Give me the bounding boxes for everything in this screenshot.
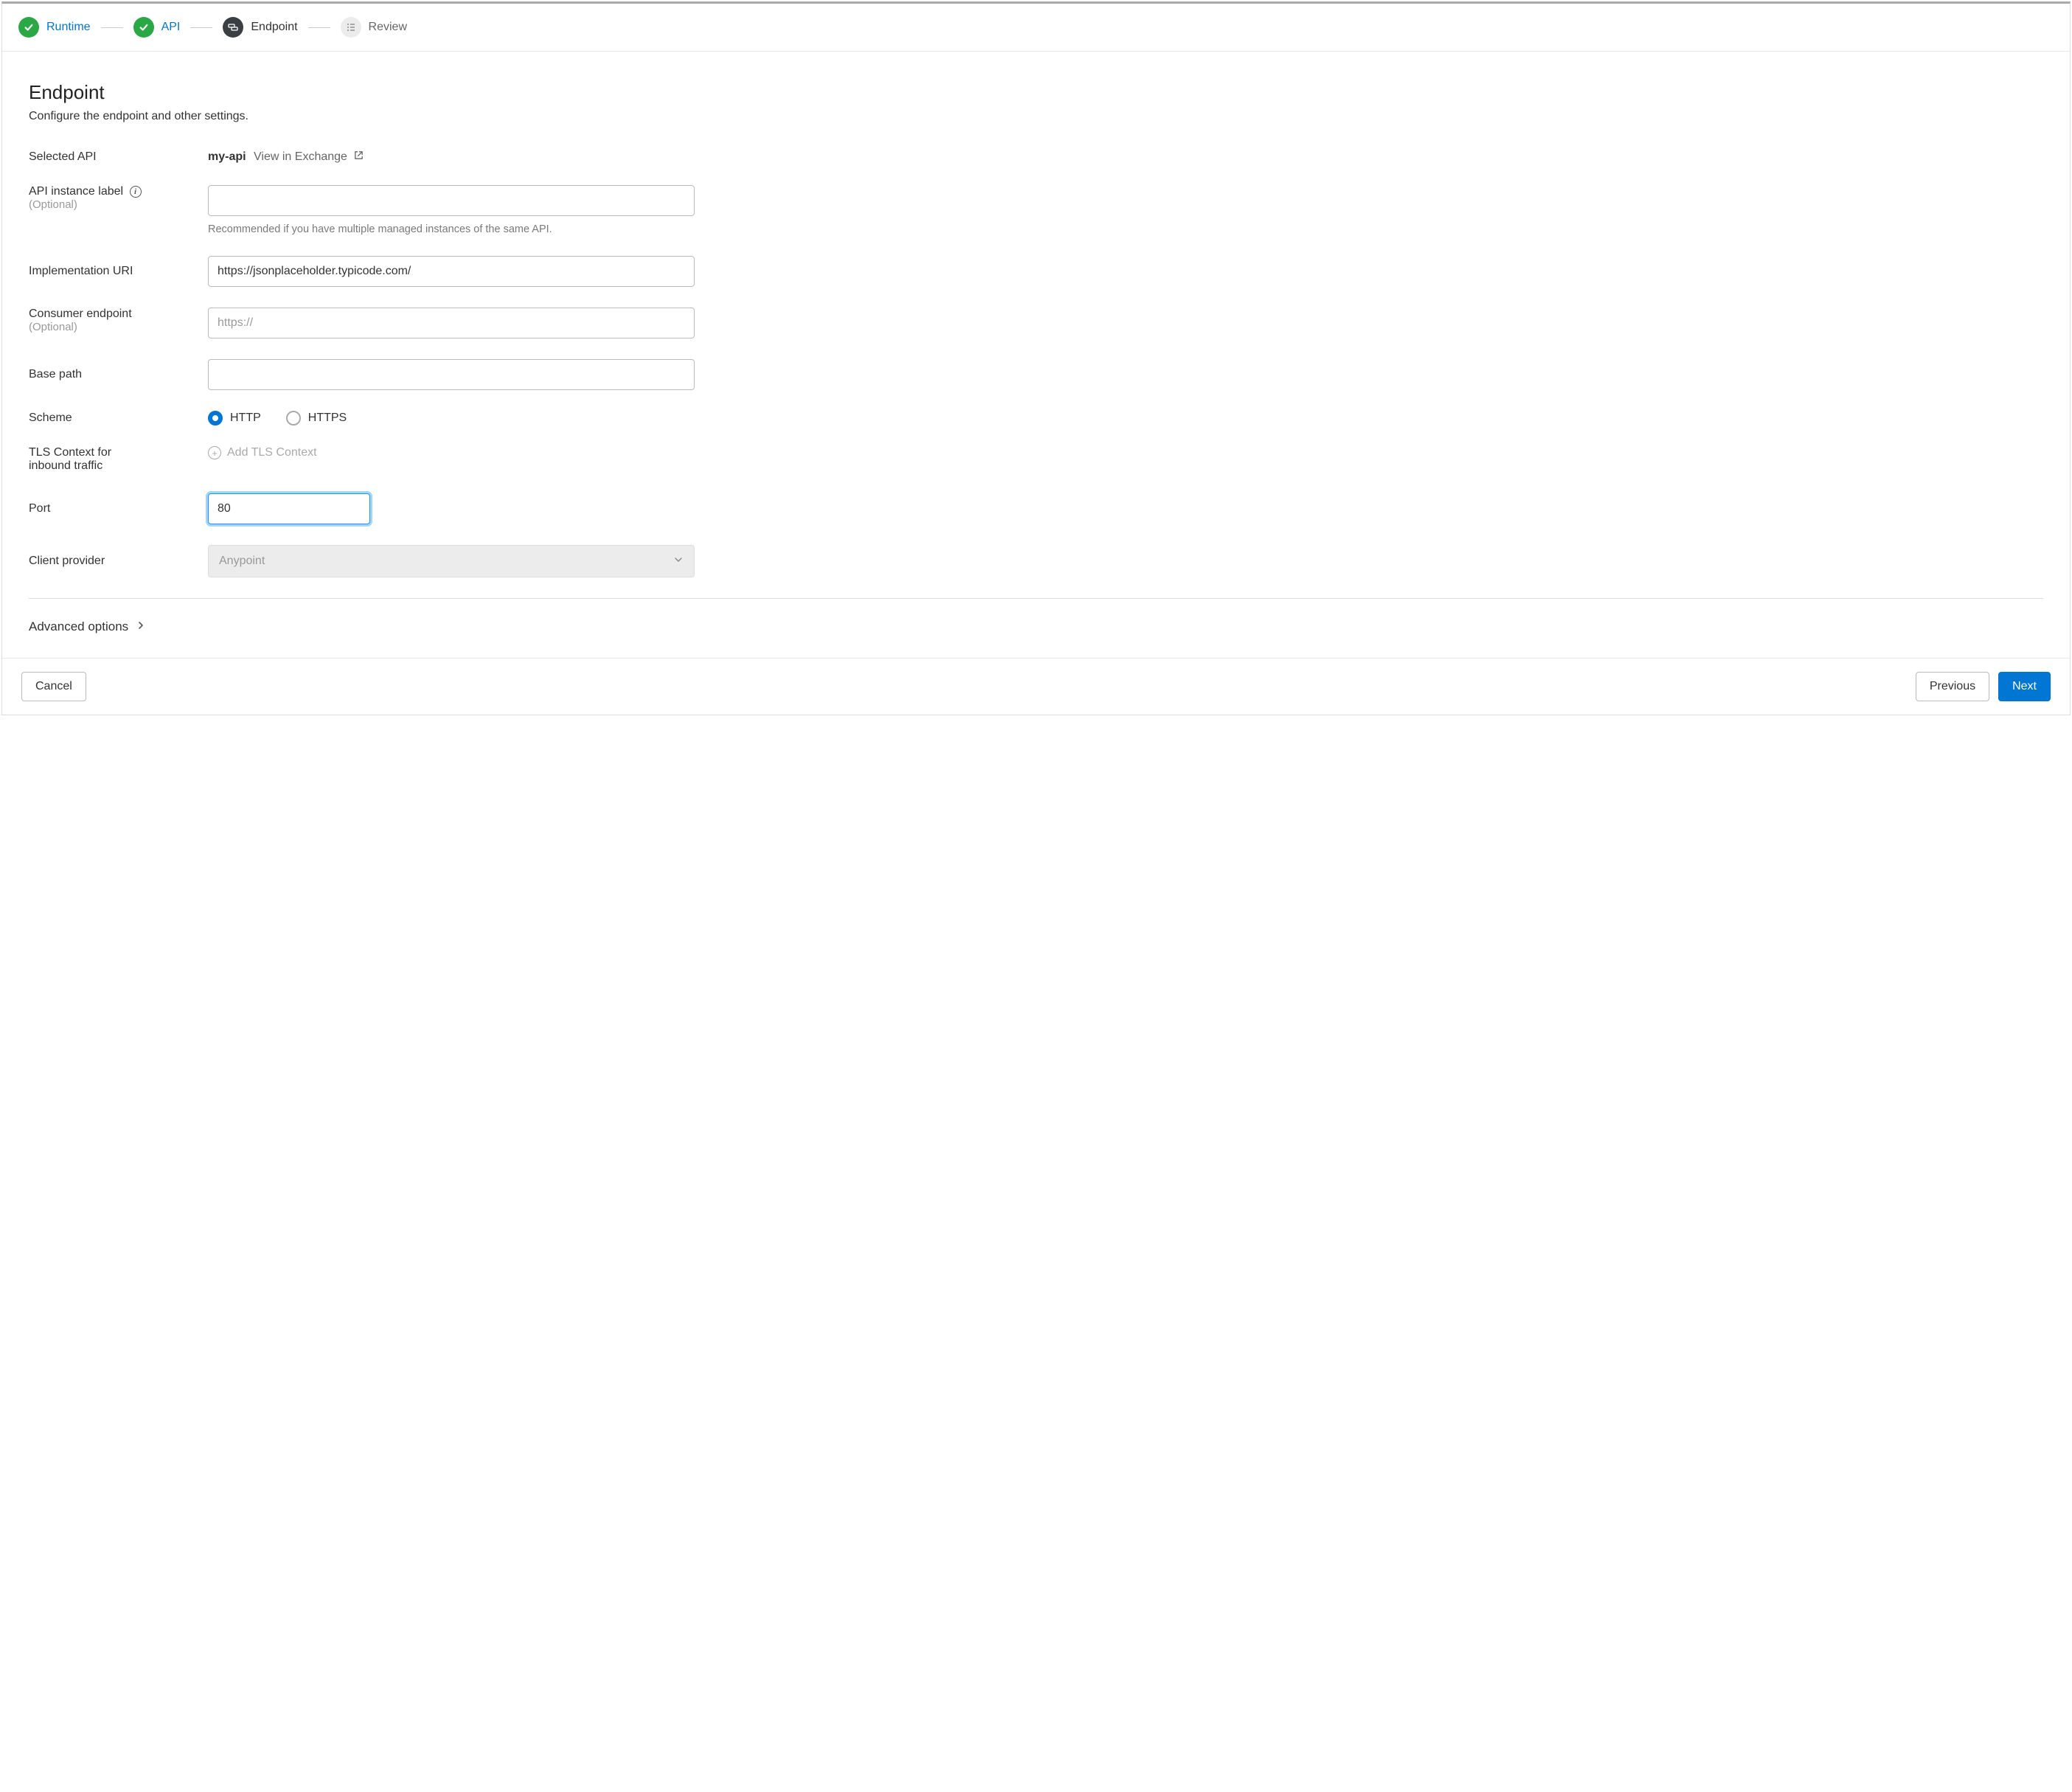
chevron-right-icon xyxy=(137,619,145,634)
client-provider-select[interactable]: Anypoint xyxy=(208,545,695,577)
page-subtitle: Configure the endpoint and other setting… xyxy=(29,110,2043,123)
step-api[interactable]: API xyxy=(133,17,181,38)
step-label: API xyxy=(161,21,181,34)
client-provider-label: Client provider xyxy=(29,555,105,567)
step-label: Runtime xyxy=(46,21,91,34)
radio-label: HTTP xyxy=(230,411,261,425)
optional-label: (Optional) xyxy=(29,321,77,333)
check-icon xyxy=(133,17,154,38)
selected-api-name: my-api xyxy=(208,150,246,163)
selected-api-label: Selected API xyxy=(29,150,97,163)
optional-label: (Optional) xyxy=(29,198,77,211)
tls-context-label: TLS Context for inbound traffic xyxy=(29,446,147,473)
cancel-button[interactable]: Cancel xyxy=(21,672,86,701)
wizard-stepper: Runtime API Endpoint Review xyxy=(2,4,2070,52)
port-label: Port xyxy=(29,502,50,515)
previous-button[interactable]: Previous xyxy=(1916,672,1989,701)
base-path-label: Base path xyxy=(29,368,82,381)
consumer-endpoint-input[interactable] xyxy=(208,308,695,338)
implementation-uri-input[interactable] xyxy=(208,256,695,287)
api-instance-label-help: Recommended if you have multiple managed… xyxy=(208,223,695,235)
info-icon[interactable]: i xyxy=(130,186,142,198)
advanced-options-toggle[interactable]: Advanced options xyxy=(29,619,2043,634)
radio-label: HTTPS xyxy=(308,411,347,425)
scheme-http-radio[interactable]: HTTP xyxy=(208,411,261,426)
add-tls-context-button[interactable]: + Add TLS Context xyxy=(208,446,695,459)
step-connector xyxy=(190,27,212,28)
radio-unselected-icon xyxy=(286,411,301,426)
port-input[interactable] xyxy=(208,493,370,524)
list-icon xyxy=(341,17,361,38)
plus-icon: + xyxy=(208,446,221,459)
page-title: Endpoint xyxy=(29,81,2043,104)
step-label: Endpoint xyxy=(251,21,297,34)
view-in-exchange-link[interactable]: View in Exchange xyxy=(254,150,364,163)
check-icon xyxy=(18,17,39,38)
step-label: Review xyxy=(369,21,407,34)
implementation-uri-label: Implementation URI xyxy=(29,265,133,277)
scheme-https-radio[interactable]: HTTPS xyxy=(286,411,347,426)
step-review[interactable]: Review xyxy=(341,17,407,38)
consumer-endpoint-label: Consumer endpoint xyxy=(29,308,132,320)
api-instance-label-label: API instance label xyxy=(29,185,123,198)
step-runtime[interactable]: Runtime xyxy=(18,17,91,38)
section-divider xyxy=(29,598,2043,599)
select-value: Anypoint xyxy=(219,555,265,568)
next-button[interactable]: Next xyxy=(1998,672,2051,701)
radio-selected-icon xyxy=(208,411,223,426)
endpoint-icon xyxy=(223,17,243,38)
api-instance-label-input[interactable] xyxy=(208,185,695,216)
scheme-label: Scheme xyxy=(29,411,72,424)
step-connector xyxy=(101,27,123,28)
chevron-down-icon xyxy=(673,555,684,569)
step-endpoint[interactable]: Endpoint xyxy=(223,17,297,38)
base-path-input[interactable] xyxy=(208,359,695,390)
external-link-icon xyxy=(353,150,364,164)
step-connector xyxy=(308,27,330,28)
wizard-footer: Cancel Previous Next xyxy=(2,658,2070,715)
